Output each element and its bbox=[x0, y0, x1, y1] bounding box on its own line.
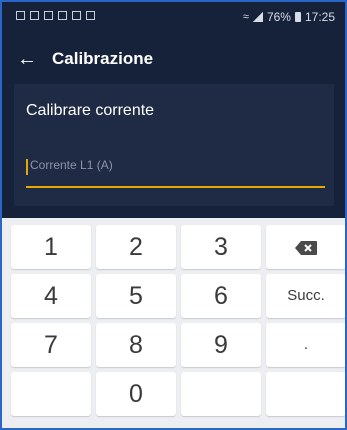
blank-key bbox=[181, 372, 261, 416]
page-title: Calibrazione bbox=[52, 49, 154, 68]
wifi-icon: ≈ bbox=[242, 11, 249, 23]
key-6[interactable]: 6 bbox=[181, 274, 261, 318]
app-bar: ← Calibrazione bbox=[2, 35, 345, 85]
blank-key bbox=[11, 372, 91, 416]
key-5[interactable]: 5 bbox=[96, 274, 176, 318]
numeric-keypad: 1 2 3 4 5 6 Succ. 7 8 9 . 0 bbox=[2, 218, 345, 428]
key-2[interactable]: 2 bbox=[96, 225, 176, 269]
notification-icon bbox=[30, 11, 39, 20]
backspace-key[interactable] bbox=[266, 225, 345, 269]
notification-icon bbox=[72, 11, 81, 20]
key-9[interactable]: 9 bbox=[181, 323, 261, 367]
notification-icon bbox=[86, 11, 95, 20]
card-label: Calibrare corrente bbox=[26, 102, 155, 119]
clock: 17:25 bbox=[304, 10, 335, 24]
current-field[interactable] bbox=[26, 154, 325, 188]
backspace-icon bbox=[295, 241, 317, 256]
key-1[interactable]: 1 bbox=[11, 225, 91, 269]
key-4[interactable]: 4 bbox=[11, 274, 91, 318]
notification-icon bbox=[44, 11, 53, 20]
status-bar: ≈ 76% 17:25 bbox=[2, 2, 345, 35]
notification-icons bbox=[16, 11, 95, 20]
status-right: ≈ 76% 17:25 bbox=[243, 10, 335, 24]
current-input[interactable] bbox=[30, 158, 320, 172]
blank-key bbox=[266, 372, 345, 416]
next-key[interactable]: Succ. bbox=[266, 274, 345, 318]
phone-screen: ≈ 76% 17:25 ← Calibrazione Calibrare cor… bbox=[0, 0, 347, 430]
key-7[interactable]: 7 bbox=[11, 323, 91, 367]
battery-icon bbox=[294, 12, 301, 22]
text-cursor bbox=[26, 159, 28, 175]
signal-icon bbox=[252, 12, 263, 22]
key-8[interactable]: 8 bbox=[96, 323, 176, 367]
back-arrow-icon[interactable]: ← bbox=[14, 46, 40, 72]
calibration-card: Calibrare corrente bbox=[14, 84, 334, 206]
notification-icon bbox=[16, 11, 25, 20]
dot-key[interactable]: . bbox=[266, 323, 345, 367]
key-3[interactable]: 3 bbox=[181, 225, 261, 269]
notification-icon bbox=[58, 11, 67, 20]
battery-percent: 76% bbox=[266, 10, 291, 24]
key-0[interactable]: 0 bbox=[96, 372, 176, 416]
